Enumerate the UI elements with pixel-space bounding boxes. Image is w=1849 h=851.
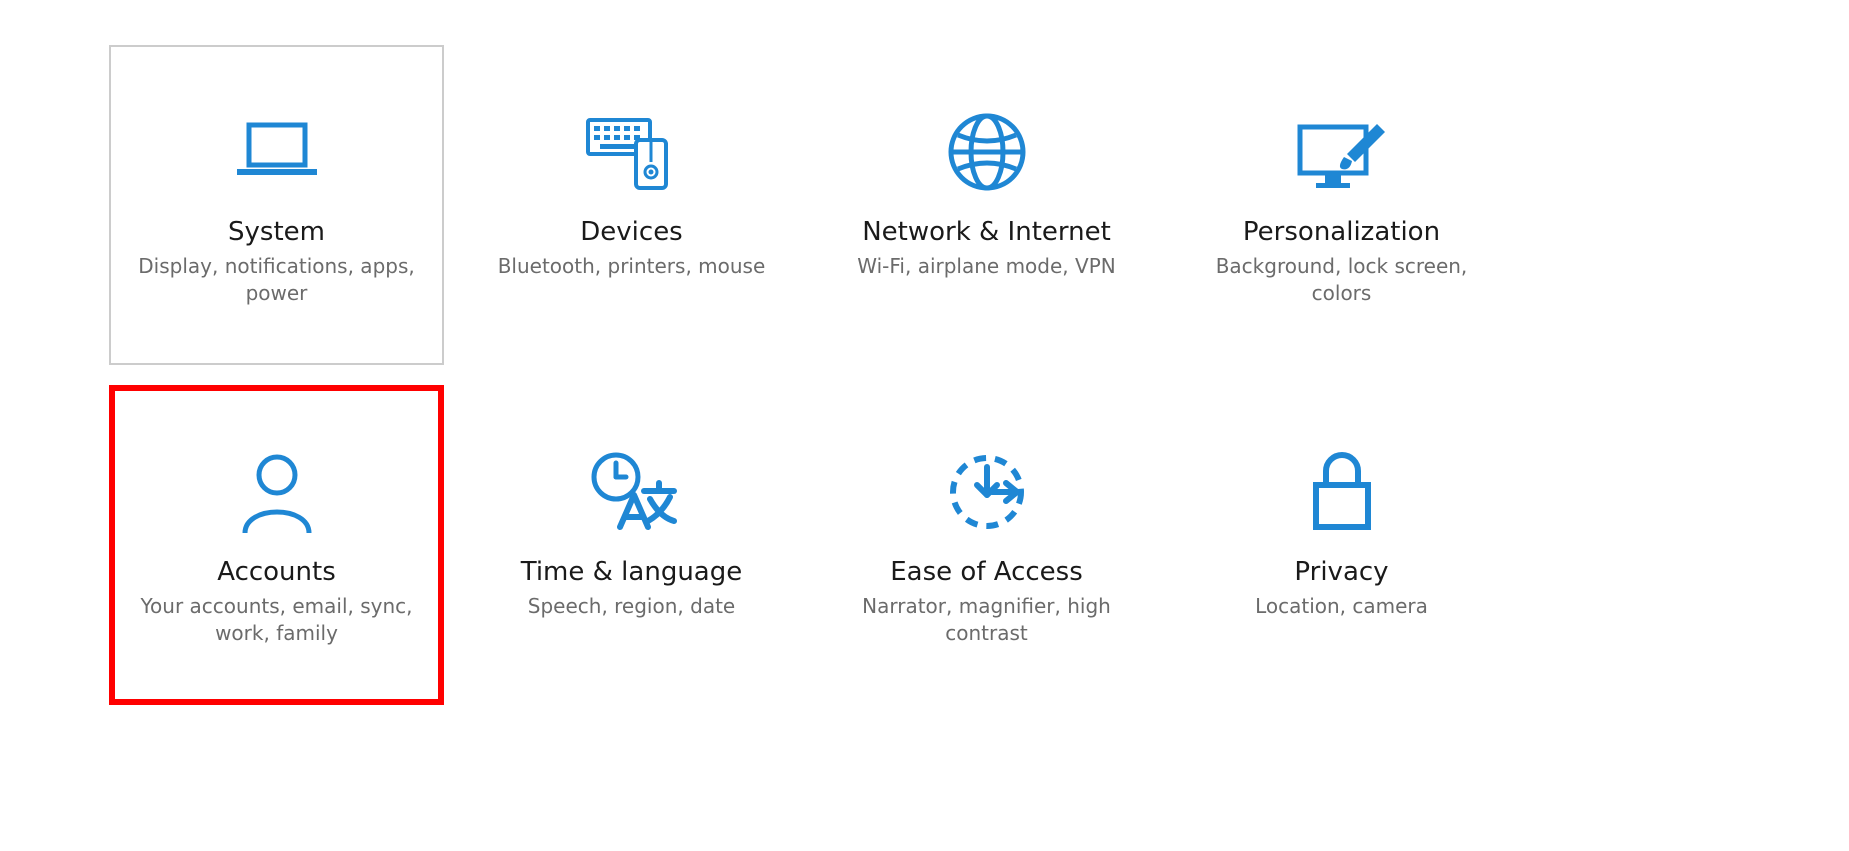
tile-title: Accounts [217, 557, 336, 587]
tile-title: Personalization [1243, 217, 1440, 247]
tile-system[interactable]: System Display, notifications, apps, pow… [109, 45, 444, 365]
tile-ease-of-access[interactable]: Ease of Access Narrator, magnifier, high… [819, 385, 1154, 705]
keyboard-mouse-icon [582, 97, 682, 207]
tile-subtitle: Bluetooth, printers, mouse [498, 253, 766, 280]
tile-devices[interactable]: Devices Bluetooth, printers, mouse [464, 45, 799, 365]
tile-title: Time & language [521, 557, 742, 587]
clock-language-icon [582, 437, 682, 547]
tile-title: Privacy [1294, 557, 1388, 587]
ease-of-access-icon [942, 437, 1032, 547]
tile-subtitle: Location, camera [1255, 593, 1428, 620]
tile-title: System [228, 217, 325, 247]
tile-subtitle: Display, notifications, apps, power [129, 253, 424, 307]
tile-subtitle: Background, lock screen, colors [1194, 253, 1489, 307]
lock-icon [1306, 437, 1378, 547]
monitor-paint-icon [1292, 97, 1392, 207]
tile-personalization[interactable]: Personalization Background, lock screen,… [1174, 45, 1509, 365]
tile-network[interactable]: Network & Internet Wi-Fi, airplane mode,… [819, 45, 1154, 365]
laptop-icon [232, 97, 322, 207]
tile-title: Devices [580, 217, 682, 247]
tile-title: Network & Internet [862, 217, 1111, 247]
globe-icon [944, 97, 1030, 207]
tile-accounts[interactable]: Accounts Your accounts, email, sync, wor… [109, 385, 444, 705]
tile-subtitle: Wi-Fi, airplane mode, VPN [857, 253, 1115, 280]
person-icon [237, 437, 317, 547]
tile-subtitle: Speech, region, date [528, 593, 735, 620]
tile-subtitle: Narrator, magnifier, high contrast [839, 593, 1134, 647]
tile-title: Ease of Access [890, 557, 1083, 587]
tile-subtitle: Your accounts, email, sync, work, family [129, 593, 424, 647]
settings-grid: System Display, notifications, apps, pow… [109, 45, 1539, 705]
tile-privacy[interactable]: Privacy Location, camera [1174, 385, 1509, 705]
tile-time-language[interactable]: Time & language Speech, region, date [464, 385, 799, 705]
